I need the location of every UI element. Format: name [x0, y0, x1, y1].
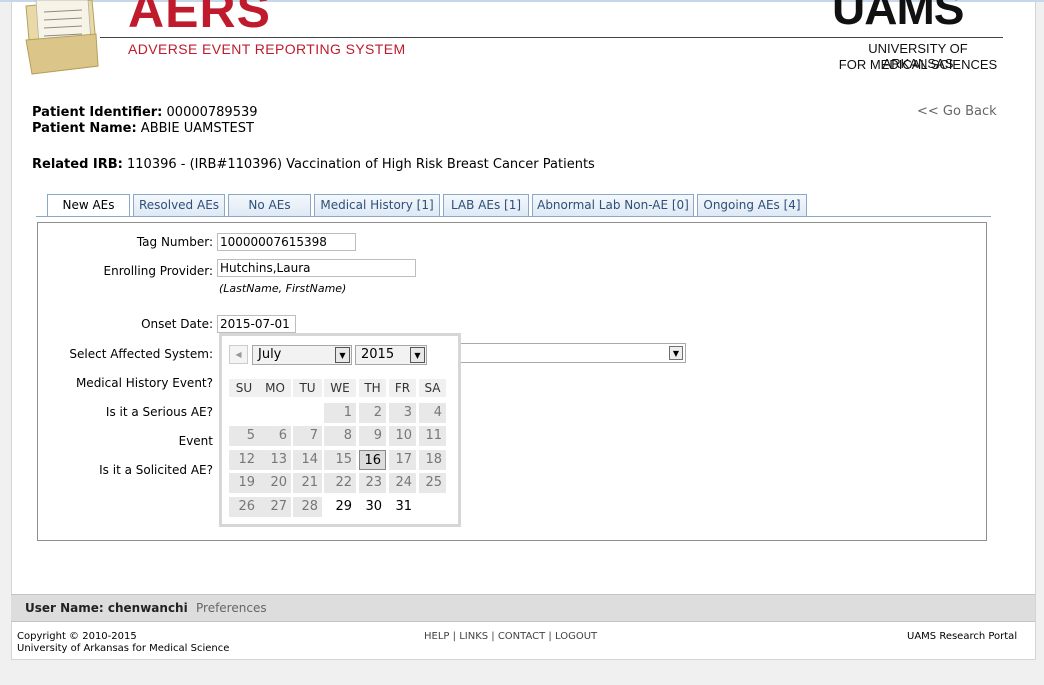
- weekday-header: WE: [324, 379, 356, 397]
- logout-link[interactable]: LOGOUT: [555, 631, 597, 642]
- weekday-header: SU: [229, 379, 259, 397]
- weekday-header: TU: [293, 379, 322, 397]
- event-label: Event: [178, 434, 213, 448]
- year-select[interactable]: 2015 ▼: [355, 345, 427, 365]
- tab-abnormal-lab-non-ae[interactable]: Abnormal Lab Non-AE [0]: [532, 194, 694, 216]
- calendar-day[interactable]: 15: [324, 450, 356, 470]
- calendar-day[interactable]: 9: [359, 426, 386, 446]
- tab-ongoing-aes[interactable]: Ongoing AEs [4]: [697, 194, 807, 216]
- calendar-day[interactable]: 13: [259, 450, 291, 470]
- footer-links: HELP | LINKS | CONTACT | LOGOUT: [424, 631, 598, 642]
- help-link[interactable]: HELP: [424, 631, 449, 642]
- weekday-header: MO: [259, 379, 291, 397]
- calendar-day[interactable]: 22: [324, 473, 356, 493]
- calendar-day[interactable]: 7: [293, 426, 322, 446]
- org-name-line2: FOR MEDICAL SCIENCES: [838, 57, 998, 72]
- previous-month-icon[interactable]: ◀: [229, 345, 248, 364]
- calendar-day[interactable]: 14: [293, 450, 322, 470]
- onset-date-label: Onset Date:: [141, 317, 213, 331]
- calendar-day[interactable]: 31: [389, 497, 416, 517]
- links-link[interactable]: LINKS: [459, 631, 488, 642]
- weekday-header: FR: [389, 379, 416, 397]
- solicited-ae-label: Is it a Solicited AE?: [99, 463, 213, 477]
- tab-new-aes[interactable]: New AEs: [47, 194, 130, 217]
- header-divider: [100, 37, 1003, 38]
- tab-no-aes[interactable]: No AEs: [228, 194, 311, 216]
- app-logo-subtitle: ADVERSE EVENT REPORTING SYSTEM: [128, 41, 406, 57]
- calendar-day[interactable]: 8: [324, 426, 356, 446]
- tab-divider: [36, 216, 991, 217]
- copyright-line2: University of Arkansas for Medical Scien…: [17, 643, 230, 654]
- calendar-day[interactable]: 18: [419, 450, 446, 470]
- calendar-day[interactable]: 5: [229, 426, 259, 446]
- go-back-link[interactable]: << Go Back: [917, 104, 997, 119]
- folder-document-icon: [25, 0, 99, 75]
- calendar-day[interactable]: 4: [419, 403, 446, 423]
- patient-identifier: Patient Identifier: 00000789539: [32, 105, 258, 120]
- provider-format-hint: (LastName, FirstName): [219, 282, 347, 295]
- calendar-day[interactable]: 21: [293, 473, 322, 493]
- month-select-value: July: [258, 347, 282, 362]
- onset-date-input[interactable]: 2015-07-01: [217, 315, 296, 333]
- related-irb-value: 110396 - (IRB#110396) Vaccination of Hig…: [127, 157, 595, 172]
- tab-resolved-aes[interactable]: Resolved AEs: [133, 194, 225, 216]
- patient-identifier-label: Patient Identifier:: [32, 105, 163, 120]
- tab-lab-aes[interactable]: LAB AEs [1]: [443, 194, 529, 216]
- date-picker-popup: ◀ July ▼ 2015 ▼ SU MO TU WE TH FR SA 1 2 3 4 5 6 7 8 9 1…: [219, 333, 461, 527]
- weekday-header: SA: [419, 379, 446, 397]
- enrolling-provider-input[interactable]: Hutchins,Laura: [217, 259, 416, 277]
- calendar-day[interactable]: 29: [324, 497, 356, 517]
- calendar-day[interactable]: 20: [259, 473, 291, 493]
- calendar-day[interactable]: 6: [259, 426, 291, 446]
- preferences-link[interactable]: Preferences: [196, 601, 267, 615]
- portal-name: UAMS Research Portal: [907, 631, 1018, 642]
- calendar-day[interactable]: 26: [229, 497, 259, 517]
- weekday-header: TH: [359, 379, 386, 397]
- related-irb: Related IRB: 110396 - (IRB#110396) Vacci…: [32, 157, 595, 172]
- tab-medical-history[interactable]: Medical History [1]: [314, 194, 440, 216]
- medical-history-event-label: Medical History Event?: [75, 376, 213, 390]
- enrolling-provider-label: Enrolling Provider:: [103, 264, 213, 278]
- calendar-day[interactable]: 23: [359, 473, 386, 493]
- month-select[interactable]: July ▼: [252, 345, 352, 365]
- user-name: User Name: chenwanchi: [25, 601, 188, 615]
- calendar-day[interactable]: 10: [389, 426, 416, 446]
- tag-number-label: Tag Number:: [136, 235, 213, 249]
- copyright-line1: Copyright © 2010-2015: [17, 631, 137, 642]
- app-logo-title: AERS: [128, 0, 271, 38]
- user-bar: User Name: chenwanchi Preferences: [11, 594, 1035, 622]
- calendar-day[interactable]: 24: [389, 473, 416, 493]
- chevron-down-icon[interactable]: ▼: [335, 347, 350, 363]
- contact-link[interactable]: CONTACT: [498, 631, 545, 642]
- calendar-day[interactable]: 3: [389, 403, 416, 423]
- calendar-day[interactable]: 11: [419, 426, 446, 446]
- chevron-down-icon[interactable]: ▼: [410, 347, 425, 363]
- calendar-day[interactable]: 28: [293, 497, 322, 517]
- calendar-day[interactable]: 16: [359, 450, 386, 470]
- calendar-day[interactable]: 25: [419, 473, 446, 493]
- serious-ae-label: Is it a Serious AE?: [105, 405, 213, 419]
- patient-name-value: ABBIE UAMSTEST: [140, 121, 254, 136]
- calendar-day[interactable]: 27: [259, 497, 291, 517]
- patient-name-label: Patient Name:: [32, 121, 137, 136]
- calendar-day[interactable]: 30: [359, 497, 386, 517]
- year-select-value: 2015: [361, 347, 395, 362]
- patient-identifier-value: 00000789539: [166, 105, 258, 120]
- related-irb-label: Related IRB:: [32, 157, 123, 172]
- calendar-day[interactable]: 2: [359, 403, 386, 423]
- chevron-down-icon[interactable]: ▼: [669, 346, 683, 360]
- patient-name: Patient Name: ABBIE UAMSTEST: [32, 121, 254, 136]
- org-logo: UAMS: [832, 0, 964, 34]
- calendar-day[interactable]: 12: [229, 450, 259, 470]
- calendar-day[interactable]: 1: [324, 403, 356, 423]
- calendar-day[interactable]: 17: [389, 450, 416, 470]
- calendar-day[interactable]: 19: [229, 473, 259, 493]
- tag-number-input[interactable]: 10000007615398: [217, 233, 356, 251]
- affected-system-label: Select Affected System:: [69, 347, 213, 361]
